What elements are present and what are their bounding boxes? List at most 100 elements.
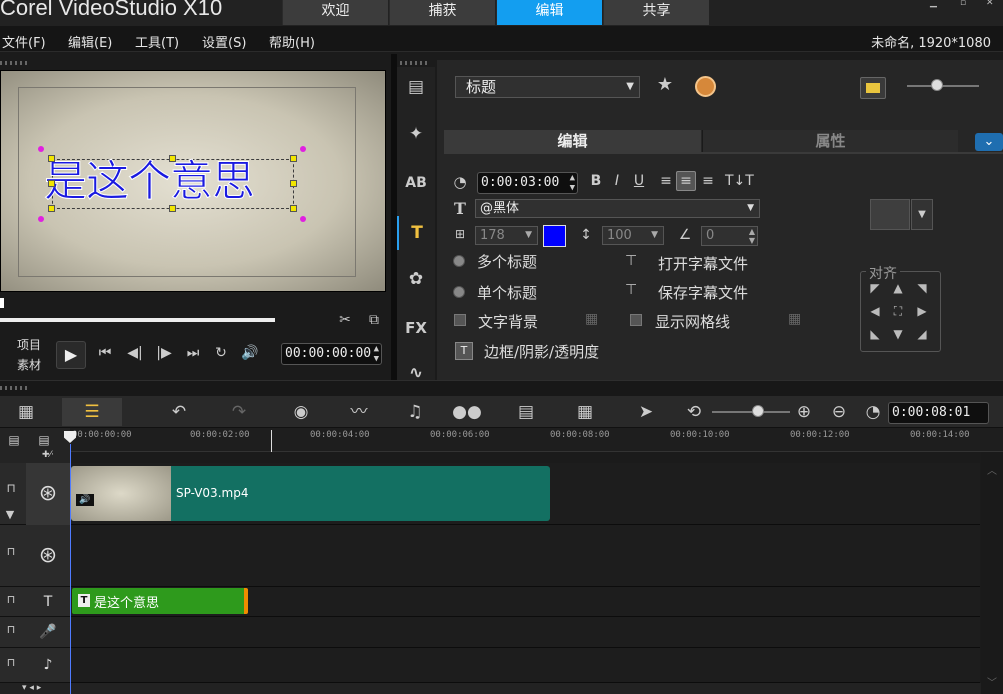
timeline-splitter[interactable] [0, 380, 1003, 396]
instant-project-icon[interactable]: ✦ [397, 117, 435, 151]
border-shadow-icon[interactable]: T [455, 342, 473, 360]
text-direction-icon[interactable]: T↓T [725, 173, 754, 189]
panel-grip[interactable] [0, 61, 30, 65]
transition-icon[interactable]: AB [397, 166, 435, 200]
show-grid-checkbox[interactable] [630, 314, 642, 326]
scroll-down-icon[interactable]: ﹀ [985, 674, 999, 689]
timeline-scrollbar[interactable] [981, 452, 1003, 694]
align-top-left-icon[interactable]: ◤ [867, 281, 883, 295]
voice-track[interactable] [70, 617, 980, 648]
align-top-icon[interactable]: ▲ [890, 281, 906, 295]
video-track-icon[interactable]: ⊛ [26, 463, 70, 525]
music-track[interactable] [70, 648, 980, 683]
align-center-icon[interactable]: ≡ [676, 171, 696, 191]
skew-handle[interactable] [38, 146, 44, 152]
resize-handle[interactable] [48, 155, 55, 162]
menu-help[interactable]: 帮助(H) [269, 32, 315, 51]
text-background-checkbox[interactable] [454, 314, 466, 326]
open-subtitle-icon[interactable]: ⊤ [625, 253, 637, 269]
panel-grip[interactable] [400, 61, 430, 65]
maximize-icon[interactable]: ▫ [960, 0, 980, 8]
grid-settings-icon[interactable]: ▦ [788, 311, 801, 327]
panel-grip[interactable] [0, 386, 30, 390]
storyboard-view-icon[interactable]: ▦ [8, 398, 44, 426]
timeline-view-icon[interactable]: ☰ [62, 398, 122, 426]
slider-knob[interactable] [752, 405, 764, 417]
duration-field[interactable]: 0:00:03:00 ▲ ▼ [477, 172, 578, 194]
motion-tracking-icon[interactable]: ●● [450, 398, 484, 426]
graphics-icon[interactable]: ✿ [397, 262, 435, 296]
align-left-icon[interactable]: ◀ [867, 304, 883, 318]
media-icon[interactable]: ▤ [397, 70, 435, 104]
subtitle-editor-icon[interactable]: ▤ [512, 398, 540, 426]
menu-tools[interactable]: 工具(T) [135, 32, 179, 51]
overlay-track[interactable] [70, 525, 980, 587]
time-remap-icon[interactable]: ➤ [632, 398, 660, 426]
background-settings-icon[interactable]: ▦ [585, 311, 598, 327]
skew-handle[interactable] [300, 146, 306, 152]
title-style-swatch[interactable] [870, 199, 910, 230]
overlay-track-icon[interactable]: ⊛ [26, 525, 70, 587]
save-subtitle-icon[interactable]: ⊤ [625, 282, 637, 298]
lock-icon[interactable]: ⊓ [0, 481, 22, 495]
preview-title-text[interactable]: 是这个意思 [44, 152, 256, 212]
prev-frame-icon[interactable]: ◀| [123, 345, 147, 361]
resize-handle[interactable] [169, 155, 176, 162]
mode-clip[interactable]: 素材 [17, 356, 41, 373]
tab-share[interactable]: 共享 [603, 0, 709, 25]
lock-icon[interactable]: ⊓ [0, 623, 22, 636]
font-dropdown[interactable]: @黑体 ▼ [475, 199, 760, 218]
volume-icon[interactable]: 🔊 [238, 345, 262, 361]
redo-icon[interactable]: ↷ [225, 398, 253, 426]
track-manager-icon[interactable]: ▤ [4, 433, 24, 447]
open-subtitle-button[interactable]: 打开字幕文件 [658, 253, 748, 274]
menu-settings[interactable]: 设置(S) [202, 32, 246, 51]
bold-button[interactable]: B [588, 173, 604, 189]
auto-music-icon[interactable]: ♫ [400, 398, 430, 426]
resize-handle[interactable] [290, 155, 297, 162]
scroll-up-icon[interactable]: ︿ [985, 462, 999, 477]
underline-button[interactable]: U [631, 173, 647, 189]
scrubber-marker[interactable] [0, 298, 4, 308]
line-spacing-dropdown[interactable]: 100 ▼ [602, 226, 664, 245]
menu-edit[interactable]: 编辑(E) [68, 32, 112, 51]
zoom-slider[interactable] [712, 411, 790, 413]
tab-welcome[interactable]: 欢迎 [282, 0, 388, 25]
tab-capture[interactable]: 捕获 [389, 0, 495, 25]
chevron-down-icon[interactable]: ▼ [0, 508, 20, 521]
microphone-icon[interactable]: 🎤 [26, 617, 70, 648]
multi-title-radio[interactable] [453, 255, 465, 267]
spin-icon[interactable]: ▲ ▼ [570, 173, 575, 193]
spin-icon[interactable]: ▲ ▼ [374, 344, 379, 364]
zoom-in-icon[interactable]: ⊕ [793, 398, 815, 426]
rotation-field[interactable]: 0 ▲ ▼ [701, 226, 758, 246]
font-size-dropdown[interactable]: 178 ▼ [475, 226, 538, 245]
scroll-arrows-icon[interactable]: ▾ ◂ ▸ [22, 683, 82, 694]
scrub-bar[interactable] [0, 318, 275, 322]
resize-handle[interactable] [290, 180, 297, 187]
add-favorite-icon[interactable]: ★ [651, 74, 679, 95]
align-left-icon[interactable]: ≡ [657, 173, 675, 189]
subtab-edit[interactable]: 编辑 [444, 130, 701, 152]
thumb-size-slider[interactable] [907, 85, 979, 87]
repeat-icon[interactable]: ↻ [210, 345, 232, 361]
align-top-right-icon[interactable]: ◥ [914, 281, 930, 295]
zoom-out-icon[interactable]: ⟲ [682, 398, 706, 426]
border-shadow-button[interactable]: 边框/阴影/透明度 [484, 341, 599, 362]
record-capture-icon[interactable]: ◉ [286, 398, 316, 426]
expand-chevron-icon[interactable]: ⌄ [975, 133, 1003, 151]
multi-camera-icon[interactable]: ▦ [571, 398, 599, 426]
save-subtitle-button[interactable]: 保存字幕文件 [658, 282, 748, 303]
align-bottom-left-icon[interactable]: ◣ [867, 327, 883, 341]
fit-project-icon[interactable]: ⊖ [828, 398, 850, 426]
go-end-icon[interactable]: ⏭ [182, 345, 204, 361]
preview-timecode[interactable]: 00:00:00:00 ▲ ▼ [281, 343, 382, 365]
title-track-icon[interactable]: T [26, 587, 70, 617]
chevron-down-icon[interactable]: ▼ [911, 199, 933, 230]
minimize-icon[interactable]: ▁ [930, 0, 950, 8]
subtab-properties[interactable]: 属性 [702, 130, 958, 152]
lock-icon[interactable]: ⊓ [0, 593, 22, 606]
title-tool-icon[interactable]: T [397, 216, 435, 250]
align-bottom-right-icon[interactable]: ◢ [914, 327, 930, 341]
fx-icon[interactable]: FX [397, 311, 435, 345]
